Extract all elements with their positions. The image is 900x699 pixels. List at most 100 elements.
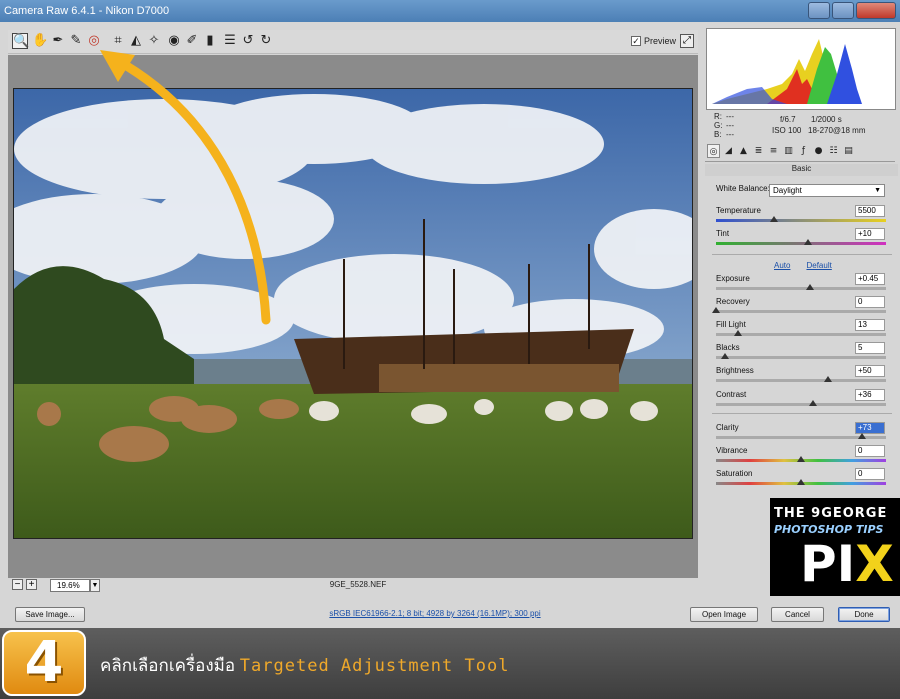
vibrance-label: Vibrance [716, 446, 748, 455]
red-readout: --- [726, 112, 734, 121]
logo-pix: PIX [800, 536, 894, 592]
temperature-slider-thumb[interactable] [769, 216, 778, 222]
tab-split-toning[interactable]: ≡ [767, 144, 780, 158]
auto-default-links: Auto Default [774, 261, 832, 270]
close-button[interactable] [856, 2, 896, 19]
hand-tool[interactable]: ✋ [32, 33, 48, 49]
contrast-slider[interactable] [716, 400, 886, 406]
default-link[interactable]: Default [806, 261, 831, 270]
targeted-adjustment-tool[interactable]: ◎ [86, 33, 102, 49]
saturation-slider[interactable] [716, 479, 886, 485]
open-image-button[interactable]: Open Image [690, 607, 758, 622]
crop-tool[interactable]: ⌗ [110, 33, 126, 49]
tab-lens-corrections[interactable]: ▥ [782, 144, 795, 158]
preview-photo[interactable] [13, 88, 693, 539]
tab-camera-calibration[interactable]: ● [812, 144, 825, 158]
zoom-out-button[interactable]: − [12, 579, 23, 590]
red-eye-tool[interactable]: ◉ [166, 33, 182, 49]
preview-label: Preview [644, 36, 677, 46]
title-bar: Camera Raw 6.4.1 - Nikon D7000 [0, 0, 900, 22]
preview-toggle[interactable]: ✓ Preview [631, 36, 676, 46]
preferences-tool[interactable]: ☰ [222, 33, 238, 49]
graduated-filter-tool[interactable]: ▮ [202, 33, 218, 49]
blacks-value-input[interactable]: 5 [855, 342, 885, 354]
clarity-slider-thumb[interactable] [858, 433, 867, 439]
tint-value-input[interactable]: +10 [855, 228, 885, 240]
exposure-value-input[interactable]: +0.45 [855, 273, 885, 285]
straighten-tool[interactable]: ◭ [128, 33, 144, 49]
camera-raw-window: Camera Raw 6.4.1 - Nikon D7000 🔍 ✋ ✒ ✎ ◎ ⌗ ◭ ✧ ◉… [0, 0, 900, 699]
white-balance-select[interactable]: Daylight ▼ [769, 184, 885, 197]
vibrance-value-input[interactable]: 0 [855, 445, 885, 457]
caption-tool-name: Targeted Adjustment Tool [239, 656, 510, 676]
fill-light-slider[interactable] [716, 330, 886, 336]
tutorial-caption: คลิกเลือกเครื่องมือ Targeted Adjustment … [100, 652, 509, 679]
spot-removal-tool[interactable]: ✧ [146, 33, 162, 49]
adjustment-brush-tool[interactable]: ✐ [184, 33, 200, 49]
white-balance-tool[interactable]: ✒ [50, 33, 66, 49]
blacks-slider-thumb[interactable] [720, 353, 729, 359]
tab-tone-curve[interactable]: ◢ [722, 144, 735, 158]
panel-tabs: ◎ ◢ ▲ ≣ ≡ ▥ ƒ ● ☷ ▤ [705, 144, 895, 162]
contrast-value-input[interactable]: +36 [855, 389, 885, 401]
tint-slider-thumb[interactable] [803, 239, 812, 245]
aperture-readout: f/6.7 [780, 115, 796, 124]
brightness-value-input[interactable]: +50 [855, 365, 885, 377]
auto-link[interactable]: Auto [774, 261, 790, 270]
tab-effects[interactable]: ƒ [797, 144, 810, 158]
blacks-slider[interactable] [716, 353, 886, 359]
recovery-label: Recovery [716, 297, 750, 306]
divider [712, 254, 892, 255]
saturation-label: Saturation [716, 469, 753, 478]
minimize-button[interactable] [808, 2, 830, 19]
blacks-label: Blacks [716, 343, 740, 352]
logo-line-1: THE 9GEORGE [774, 506, 888, 521]
fill-light-slider-thumb[interactable] [734, 330, 743, 336]
tint-label: Tint [716, 229, 730, 238]
preview-checkbox[interactable]: ✓ [631, 36, 641, 46]
color-sampler-tool[interactable]: ✎ [68, 33, 84, 49]
rotate-right-tool[interactable]: ↻ [258, 33, 274, 49]
workflow-options-link[interactable]: sRGB IEC61966-2.1; 8 bit; 4928 by 3264 (… [285, 609, 585, 618]
blue-readout-label: B: [714, 130, 722, 139]
vibrance-slider[interactable] [716, 456, 886, 462]
cancel-button[interactable]: Cancel [771, 607, 824, 622]
vibrance-slider-thumb[interactable] [797, 456, 805, 462]
brightness-slider[interactable] [716, 376, 886, 382]
contrast-slider-thumb[interactable] [808, 400, 817, 406]
brightness-slider-thumb[interactable] [824, 376, 833, 382]
save-image-button[interactable]: Save Image... [15, 607, 85, 622]
exposure-label: Exposure [716, 274, 750, 283]
zoom-tool[interactable]: 🔍 [12, 33, 29, 49]
tab-hsl[interactable]: ≣ [752, 144, 765, 158]
tab-snapshots[interactable]: ▤ [842, 144, 855, 158]
recovery-value-input[interactable]: 0 [855, 296, 885, 308]
tint-slider[interactable] [716, 239, 886, 245]
fullscreen-icon[interactable]: ⤢ [680, 34, 694, 48]
temperature-value-input[interactable]: 5500 [855, 205, 885, 217]
rotate-left-tool[interactable]: ↺ [240, 33, 256, 49]
tab-detail[interactable]: ▲ [737, 144, 750, 158]
recovery-slider-thumb[interactable] [712, 307, 720, 313]
clarity-label: Clarity [716, 423, 739, 432]
chevron-down-icon: ▼ [874, 187, 881, 194]
fill-light-value-input[interactable]: 13 [855, 319, 885, 331]
temperature-slider[interactable] [716, 216, 886, 222]
zoom-in-button[interactable]: + [26, 579, 37, 590]
blue-readout: --- [726, 130, 734, 139]
done-button[interactable]: Done [838, 607, 890, 622]
fill-light-label: Fill Light [716, 320, 746, 329]
exposure-slider[interactable] [716, 284, 886, 290]
clarity-slider[interactable] [716, 433, 886, 439]
saturation-slider-thumb[interactable] [797, 479, 805, 485]
recovery-slider[interactable] [712, 307, 886, 313]
tab-presets[interactable]: ☷ [827, 144, 840, 158]
zoom-level-select[interactable]: 19.6% [50, 579, 90, 592]
exposure-slider-thumb[interactable] [805, 284, 814, 290]
caption-thai: คลิกเลือกเครื่องมือ [100, 656, 236, 675]
chevron-down-icon[interactable]: ▼ [90, 579, 100, 592]
maximize-button[interactable] [832, 2, 854, 19]
saturation-value-input[interactable]: 0 [855, 468, 885, 480]
tab-basic[interactable]: ◎ [707, 144, 720, 158]
logo-pix-a: PI [800, 535, 856, 593]
